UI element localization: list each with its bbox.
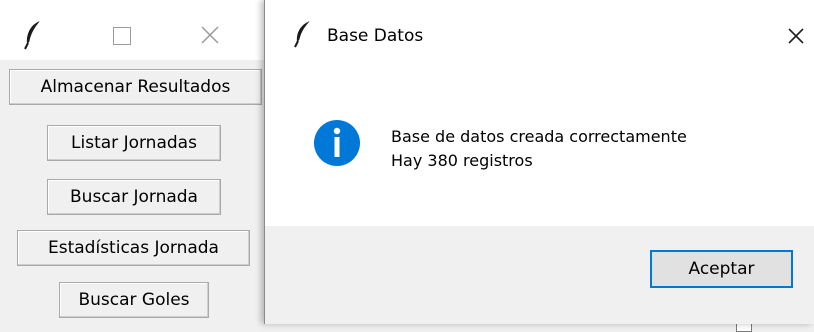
message-dialog: Base Datos Base de datos creada correcta… (264, 0, 814, 324)
feather-icon (22, 20, 44, 50)
dialog-body: Base de datos creada correctamente Hay 3… (265, 60, 814, 226)
aceptar-button[interactable]: Aceptar (650, 250, 793, 288)
maximize-icon[interactable] (113, 27, 131, 45)
buscar-jornada-button[interactable]: Buscar Jornada (47, 179, 221, 215)
main-window: Almacenar Resultados Listar Jornadas Bus… (0, 0, 264, 324)
listar-jornadas-button[interactable]: Listar Jornadas (47, 125, 221, 161)
feather-icon (293, 20, 313, 48)
dialog-footer: Aceptar (265, 226, 814, 324)
message-line: Hay 380 registros (391, 151, 533, 170)
buscar-goles-button[interactable]: Buscar Goles (59, 282, 209, 318)
info-icon (313, 119, 361, 167)
close-icon[interactable] (199, 24, 221, 46)
dialog-title: Base Datos (327, 26, 424, 46)
message-line: Base de datos creada correctamente (391, 127, 687, 146)
dialog-titlebar: Base Datos (265, 0, 814, 60)
almacenar-resultados-button[interactable]: Almacenar Resultados (9, 69, 262, 105)
close-icon[interactable] (785, 25, 807, 47)
main-titlebar (0, 0, 264, 60)
estadisticas-jornada-button[interactable]: Estadísticas Jornada (17, 230, 250, 266)
dialog-message: Base de datos creada correctamente Hay 3… (391, 125, 687, 173)
